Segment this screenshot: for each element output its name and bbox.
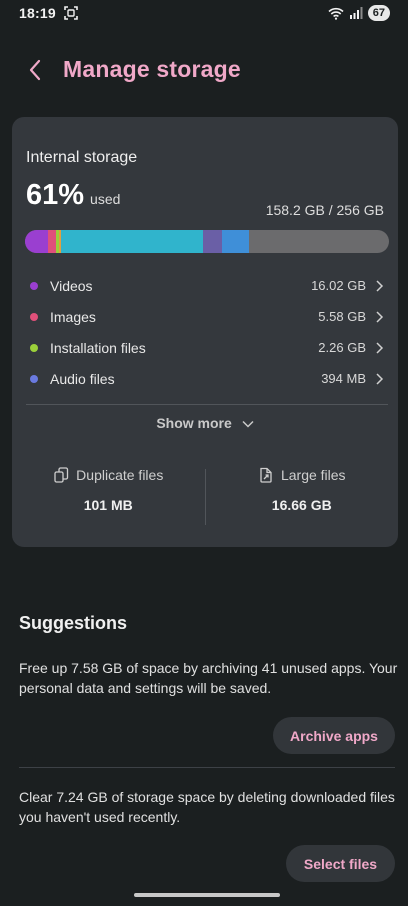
status-bar: 18:19 67 <box>0 0 408 26</box>
category-list: Videos 16.02 GB Images 5.58 GB Installat… <box>12 270 398 394</box>
status-time: 18:19 <box>19 5 56 21</box>
divider <box>26 404 388 405</box>
status-right: 67 <box>328 5 390 21</box>
archive-apps-button[interactable]: Archive apps <box>273 717 395 754</box>
home-indicator <box>134 893 280 897</box>
suggestions-divider <box>19 767 395 768</box>
back-arrow-icon[interactable] <box>24 58 48 82</box>
duplicate-files-value: 101 MB <box>83 497 133 513</box>
chevron-right-icon <box>376 310 384 323</box>
category-name: Installation files <box>50 339 146 356</box>
file-stats: Duplicate files 101 MB Large files 16.66… <box>12 467 398 529</box>
storage-capacity: 158.2 GB / 256 GB <box>265 202 384 218</box>
duplicate-files-label: Duplicate files <box>76 467 164 483</box>
category-size: 2.26 GB <box>318 340 366 355</box>
large-files-value: 16.66 GB <box>271 497 332 513</box>
category-dot <box>30 312 38 321</box>
storage-usage-bar <box>25 230 389 253</box>
screenshot-icon <box>64 6 78 20</box>
large-files-icon <box>260 467 272 483</box>
category-size: 5.58 GB <box>318 309 366 324</box>
storage-bar-segment-images <box>47 230 56 253</box>
signal-icon <box>349 7 363 19</box>
chevron-right-icon <box>376 372 384 385</box>
suggestions-title: Suggestions <box>19 613 128 633</box>
chevron-right-icon <box>376 341 384 354</box>
used-label: used <box>90 191 121 207</box>
category-row-videos[interactable]: Videos 16.02 GB <box>12 270 398 301</box>
category-row-images[interactable]: Images 5.58 GB <box>12 301 398 332</box>
category-size: 394 MB <box>321 371 366 386</box>
storage-bar-segment-audio <box>202 230 222 253</box>
suggestion-archive-text: Free up 7.58 GB of space by archiving 41… <box>19 660 398 696</box>
usage-percent: 61% <box>26 179 85 211</box>
storage-label: Internal storage <box>26 149 138 166</box>
status-left: 18:19 <box>19 5 78 21</box>
duplicate-files-header: Duplicate files <box>12 467 205 483</box>
category-row-audio-files[interactable]: Audio files 394 MB <box>12 363 398 394</box>
suggestion-clear-text: Clear 7.24 GB of storage space by deleti… <box>19 789 395 825</box>
show-more-button[interactable]: Show more <box>12 415 398 431</box>
select-files-button[interactable]: Select files <box>286 845 395 882</box>
usage-summary: 61% used <box>26 179 120 212</box>
category-name: Videos <box>50 277 93 294</box>
large-files-label: Large files <box>280 467 346 483</box>
storage-bar-segment-other <box>221 230 249 253</box>
storage-bar-segment-apps <box>60 230 203 253</box>
category-dot <box>30 374 38 383</box>
duplicate-files-icon <box>54 467 69 483</box>
category-name: Images <box>50 308 96 325</box>
battery-level: 67 <box>367 5 390 21</box>
category-dot <box>30 281 38 290</box>
header: Manage storage <box>0 48 408 92</box>
large-files-button[interactable]: Large files 16.66 GB <box>206 467 399 529</box>
page-title: Manage storage <box>63 56 241 82</box>
category-dot <box>30 343 38 352</box>
show-more-label: Show more <box>156 415 232 431</box>
category-name: Audio files <box>50 370 115 387</box>
storage-bar-segment-videos <box>25 230 48 253</box>
category-row-installation-files[interactable]: Installation files 2.26 GB <box>12 332 398 363</box>
chevron-right-icon <box>376 279 384 292</box>
storage-card: Internal storage 61% used 158.2 GB / 256… <box>12 117 398 547</box>
chevron-down-icon <box>242 421 254 428</box>
wifi-icon <box>328 7 344 20</box>
category-size: 16.02 GB <box>311 278 366 293</box>
duplicate-files-button[interactable]: Duplicate files 101 MB <box>12 467 205 529</box>
large-files-header: Large files <box>206 467 399 483</box>
